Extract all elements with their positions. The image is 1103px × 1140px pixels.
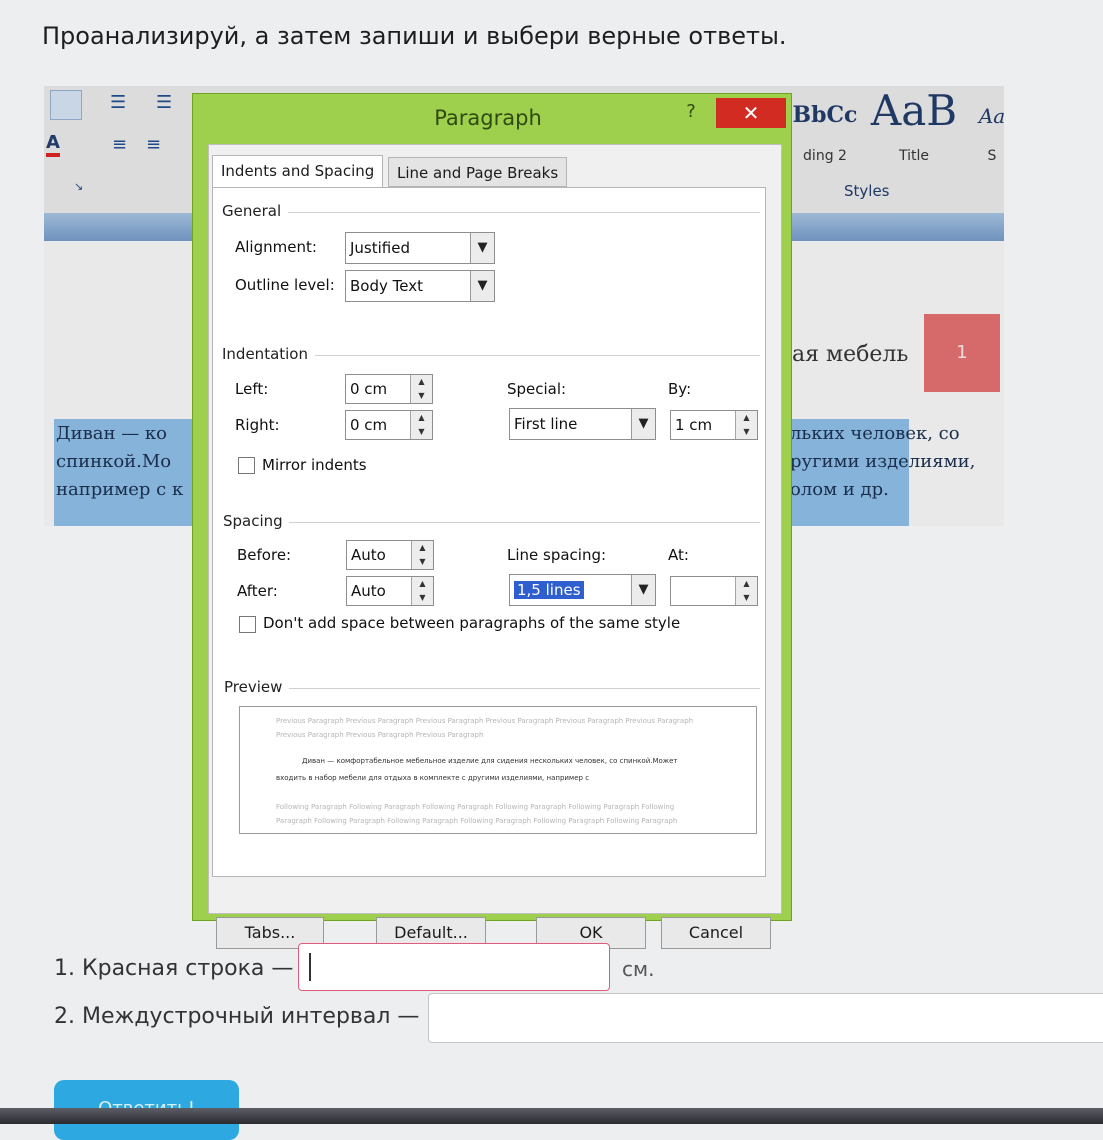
numbering-icon: ☰ [156, 92, 173, 113]
after-label: After: [237, 582, 278, 600]
preview-following-line: Following Paragraph Following Paragraph … [276, 803, 675, 811]
preview-sample-line: входить в набор мебели для отдыха в комп… [276, 774, 590, 782]
group-launcher-icon: ↘ [74, 180, 84, 193]
before-value: Auto [351, 546, 386, 564]
line-spacing-value: 1,5 lines [514, 581, 584, 599]
section-divider [315, 355, 760, 356]
bullets-icon: ☰ [110, 92, 127, 113]
spinner-arrows-icon[interactable]: ▲ ▼ [410, 375, 432, 403]
left-indent-spinner[interactable]: 0 cm ▲ ▼ [345, 374, 433, 404]
right-indent-label: Right: [235, 416, 280, 434]
doc-line-left: спинкой.Мо [56, 451, 172, 472]
chevron-down-icon[interactable]: ▼ [470, 271, 494, 301]
left-indent-value: 0 cm [350, 380, 388, 398]
style-tile-title: AaB Title [870, 86, 958, 164]
by-value: 1 cm [675, 416, 713, 434]
red-number-badge: 1 [924, 314, 1000, 392]
doc-line-right: льких человек, со [790, 423, 960, 444]
special-value: First line [514, 415, 578, 433]
chevron-down-icon[interactable]: ▼ [631, 575, 655, 605]
spinner-arrows-icon[interactable]: ▲ ▼ [411, 541, 433, 569]
question-2-label: 2. Междустрочный интервал — [54, 1004, 420, 1029]
close-button[interactable]: ✕ [716, 98, 786, 128]
unit-label: см. [622, 957, 655, 981]
alignment-value: Justified [350, 239, 410, 257]
section-divider [289, 688, 760, 689]
align-left-icon: ≡ [112, 134, 128, 155]
outline-level-label: Outline level: [235, 276, 335, 294]
dont-add-space-checkbox[interactable] [239, 616, 256, 633]
spinner-arrows-icon[interactable]: ▲ ▼ [735, 577, 757, 605]
spinner-arrows-icon[interactable]: ▲ ▼ [410, 411, 432, 439]
by-label: By: [668, 380, 692, 398]
preview-previous-line: Previous Paragraph Previous Paragraph Pr… [276, 717, 694, 725]
right-indent-spinner[interactable]: 0 cm ▲ ▼ [345, 410, 433, 440]
general-heading: General [222, 202, 282, 220]
preview-previous-line: Previous Paragraph Previous Paragraph Pr… [276, 731, 484, 739]
dialog-body: Indents and Spacing Line and Page Breaks… [208, 144, 782, 949]
indentation-heading: Indentation [222, 345, 308, 363]
section-divider [289, 522, 760, 523]
cancel-button[interactable]: Cancel [661, 917, 771, 949]
at-label: At: [668, 546, 689, 564]
alignment-label: Alignment: [235, 238, 317, 256]
after-value: Auto [351, 582, 386, 600]
help-button[interactable]: ? [681, 100, 701, 124]
special-select[interactable]: First line ▼ [509, 408, 656, 440]
doc-line-left: например с к [56, 479, 184, 500]
document-text-fragment: ая мебель [792, 342, 909, 367]
after-spinner[interactable]: Auto ▲ ▼ [346, 576, 434, 606]
chevron-down-icon[interactable]: ▼ [631, 409, 655, 439]
first-line-indent-input[interactable] [298, 943, 610, 991]
doc-line-right: ругими изделиями, [790, 451, 976, 472]
paragraph-dialog: Paragraph ? ✕ Indents and Spacing Line a… [192, 93, 792, 949]
spinner-arrows-icon[interactable]: ▲ ▼ [735, 411, 757, 439]
special-label: Special: [507, 380, 567, 398]
text-caret [309, 953, 311, 981]
tab-indents-and-spacing[interactable]: Indents and Spacing [212, 155, 384, 188]
style-tile-subtitle: Aa S [978, 104, 1004, 164]
dont-add-space-label: Don't add space between paragraphs of th… [263, 614, 681, 632]
preview-heading: Preview [224, 678, 283, 696]
preview-following-line: Paragraph Following Paragraph Following … [276, 817, 678, 825]
font-color-icon: A [46, 132, 60, 157]
doc-line-right: олом и др. [790, 479, 889, 500]
at-spinner[interactable]: ▲ ▼ [670, 576, 758, 606]
style-tile-heading2: BbCc ding 2 [792, 102, 858, 164]
by-spinner[interactable]: 1 cm ▲ ▼ [670, 410, 758, 440]
line-spacing-select[interactable]: 1,5 lines ▼ [509, 574, 656, 606]
line-spacing-label: Line spacing: [507, 546, 607, 564]
outline-level-value: Body Text [350, 277, 423, 295]
before-label: Before: [237, 546, 292, 564]
line-spacing-answer-select[interactable] [428, 993, 1103, 1043]
paragraph-preview: Previous Paragraph Previous Paragraph Pr… [239, 706, 757, 834]
spinner-arrows-icon[interactable]: ▲ ▼ [411, 577, 433, 605]
alignment-select[interactable]: Justified ▼ [345, 232, 495, 264]
align-center-icon: ≡ [146, 134, 162, 155]
spacing-heading: Spacing [223, 512, 283, 530]
styles-group-label: Styles [844, 182, 890, 200]
mirror-indents-checkbox[interactable] [238, 457, 255, 474]
section-divider [288, 212, 760, 213]
left-indent-label: Left: [235, 380, 269, 398]
tab-panel: General Alignment: Justified ▼ Outline l… [212, 187, 766, 877]
task-title: Проанализируй, а затем запиши и выбери в… [42, 22, 787, 50]
right-indent-value: 0 cm [350, 416, 388, 434]
chevron-down-icon[interactable]: ▼ [470, 233, 494, 263]
before-spinner[interactable]: Auto ▲ ▼ [346, 540, 434, 570]
question-1-label: 1. Красная строка — [54, 956, 294, 981]
tab-line-and-page-breaks[interactable]: Line and Page Breaks [388, 157, 568, 187]
change-styles-icon [50, 90, 82, 120]
outline-level-select[interactable]: Body Text ▼ [345, 270, 495, 302]
monitor-bezel [0, 1108, 1103, 1124]
mirror-indents-label: Mirror indents [262, 456, 367, 474]
doc-line-left: Диван — ко [56, 423, 168, 444]
preview-sample-line: Диван — комфортабельное мебельное издели… [302, 757, 678, 765]
